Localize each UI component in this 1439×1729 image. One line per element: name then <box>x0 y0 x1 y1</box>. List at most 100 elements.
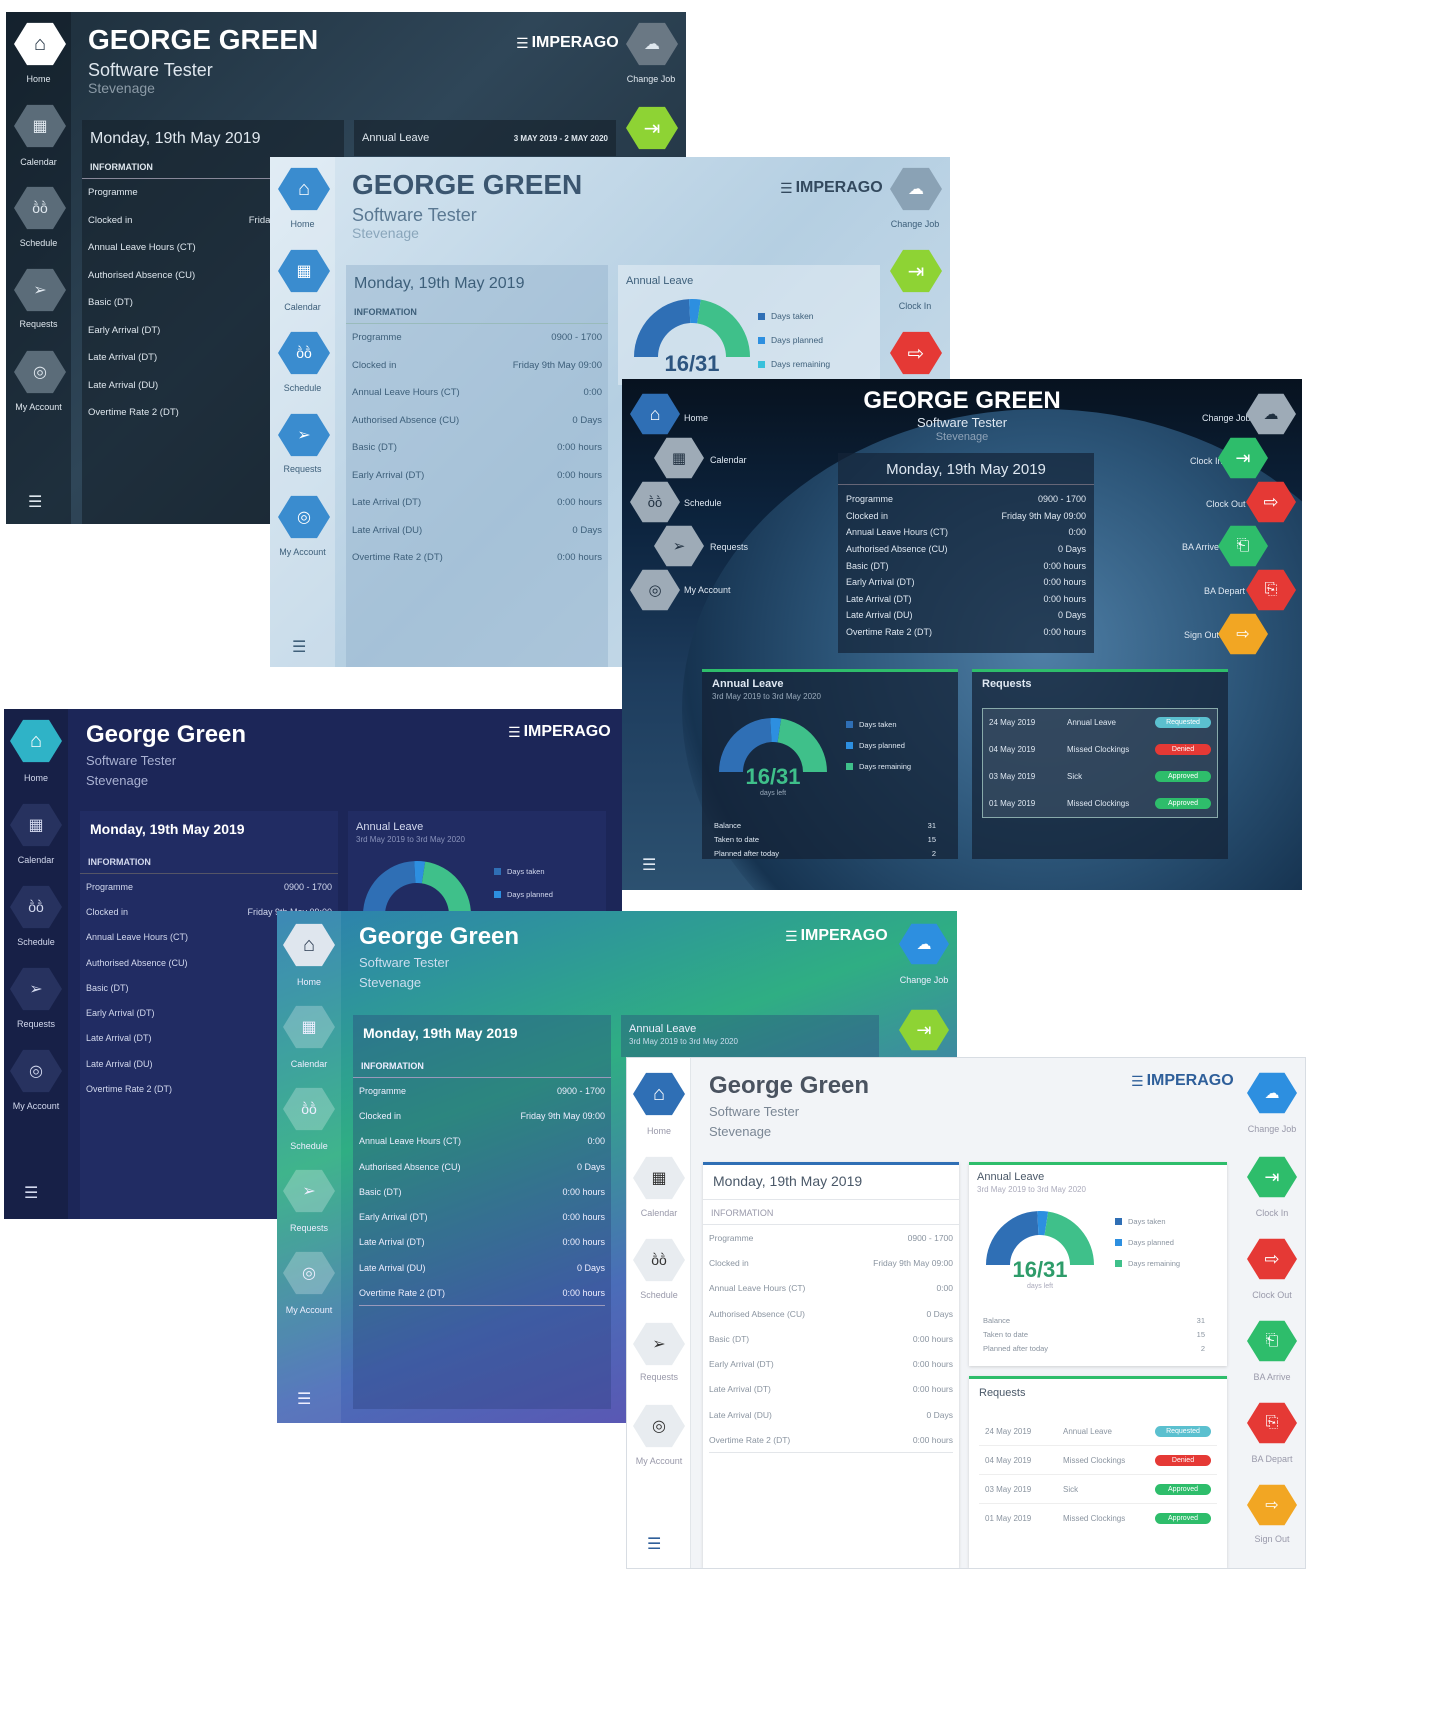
request-row[interactable]: 01 May 2019 Missed Clockings Approved <box>979 1504 1217 1533</box>
info-row: Late Arrival (DU) 0 Days <box>359 1262 605 1273</box>
request-row[interactable]: 04 May 2019 Missed Clockings Denied <box>983 736 1217 763</box>
request-row[interactable]: 24 May 2019 Annual Leave Requested <box>983 709 1217 736</box>
nav-label-schedule: Schedule <box>684 498 722 508</box>
calendar-icon: ▦ <box>296 263 312 280</box>
user-location: Stevenage <box>709 1124 772 1139</box>
logo-mark-icon: ☰ <box>1131 1072 1143 1089</box>
requests-button[interactable]: ➢ <box>654 525 704 567</box>
info-row: Late Arrival (DT) 0:00 hours <box>359 1237 605 1248</box>
info-row: Authorised Absence (CU) 0 Days <box>709 1308 953 1319</box>
my-account-button[interactable]: ◎ <box>630 569 680 611</box>
ba-arrive-icon: ⎗ <box>1236 537 1250 554</box>
logo-mark-icon: ☰ <box>780 179 792 196</box>
home-icon: ⌂ <box>29 729 43 752</box>
info-row: Clocked inFriday 9th May 09:00 <box>846 510 1086 521</box>
ba-arrive-button[interactable]: ⎗ <box>1247 1320 1297 1362</box>
logo-mark-icon: ☰ <box>642 857 657 874</box>
legend-item: Days planned <box>758 335 830 345</box>
request-row[interactable]: 24 May 2019 Annual Leave Requested <box>979 1417 1217 1446</box>
imperago-logo: ☰ IMPERAGO <box>508 723 611 740</box>
nav-label-calendar: Calendar <box>640 1208 678 1218</box>
change-job-button[interactable]: ☁ <box>1247 1072 1297 1114</box>
change-job-button[interactable]: ☁ <box>626 22 678 66</box>
annual-leave-panel: Annual Leave 16/31 Days taken Days plann… <box>618 265 880 385</box>
info-row: Overtime Rate 2 (DT) 0:00 hours <box>352 552 602 564</box>
calendar-icon: ▦ <box>301 1019 317 1036</box>
clock-in-button[interactable]: ⇥ <box>1247 1156 1297 1198</box>
info-row: Annual Leave Hours (CT) 0:00 <box>352 387 602 399</box>
cap-icon: ☁ <box>916 936 932 953</box>
imperago-logo: ☰ IMPERAGO <box>780 179 883 196</box>
info-row: Programme 0900 - 1700 <box>709 1232 953 1243</box>
stat-row: Planned after today 2 <box>714 848 936 858</box>
schedule-button[interactable]: ṑṑ <box>630 481 680 523</box>
legend-item: Days taken <box>758 311 830 321</box>
home-icon: ⌂ <box>297 177 311 200</box>
ba-depart-button[interactable]: ⎘ <box>1247 1402 1297 1444</box>
screenshot-light-theme: ⌂ Home ▦ Calendar ṑṑ Schedule ➢ Requests… <box>626 1057 1306 1569</box>
clock-in-icon: ⇥ <box>916 1019 932 1040</box>
request-row[interactable]: 04 May 2019 Missed Clockings Denied <box>979 1446 1217 1475</box>
request-row[interactable]: 03 May 2019 Sick Approved <box>983 763 1217 790</box>
info-row: Late Arrival (DU) 0 Days <box>352 524 602 536</box>
cap-icon: ☁ <box>644 36 660 53</box>
clock-out-icon: ⇨ <box>907 342 925 365</box>
action-label-ba-depart: BA Depart <box>1204 586 1246 596</box>
annual-leave-title: Annual Leave <box>626 275 694 287</box>
requests-panel: Requests 24 May 2019 Annual Leave Requeste… <box>972 669 1228 859</box>
requests-title: Requests <box>979 1387 1026 1399</box>
clock-in-button[interactable]: ⇥ <box>899 1009 949 1051</box>
gauge-segment-days-taken <box>634 299 691 357</box>
clock-in-button[interactable]: ⇥ <box>890 249 942 293</box>
annual-leave-range: 3rd May 2019 to 3rd May 2020 <box>712 692 821 701</box>
annual-leave-range: 3rd May 2019 to 3rd May 2020 <box>629 1037 738 1046</box>
ba-depart-icon: ⎘ <box>1264 581 1278 598</box>
nav-label-my-account: My Account <box>15 402 62 412</box>
info-row: Programme 0900 - 1700 <box>86 881 332 892</box>
sign-out-button[interactable]: ⇨ <box>1247 1484 1297 1526</box>
action-label-clock-out: Clock Out <box>1206 499 1246 509</box>
user-name: GEORGE GREEN <box>352 169 583 200</box>
action-label-ba-depart: BA Depart <box>1251 1454 1293 1464</box>
requests-panel: Requests 24 May 2019 Annual Leave Requeste… <box>969 1376 1227 1568</box>
clock-out-button[interactable]: ⇨ <box>1247 1238 1297 1280</box>
annual-leave-range: 3rd May 2019 to 3rd May 2020 <box>356 835 465 844</box>
paper-plane-icon: ➢ <box>33 282 47 299</box>
request-row[interactable]: 03 May 2019 Sick Approved <box>979 1475 1217 1504</box>
account-icon: ◎ <box>297 509 311 526</box>
nav-label-home: Home <box>26 74 51 84</box>
nav-label-home: Home <box>23 773 48 783</box>
schedule-icon: ṑṑ <box>651 1252 667 1268</box>
clock-in-button[interactable]: ⇥ <box>626 106 678 150</box>
info-heading: INFORMATION <box>346 299 608 324</box>
info-heading: INFORMATION <box>80 849 338 874</box>
legend-item: Days planned <box>1115 1238 1180 1247</box>
days-left-label: days left <box>759 790 787 797</box>
logo-mark-icon: ☰ <box>297 1391 312 1408</box>
info-row: Annual Leave Hours (CT) 0:00 <box>846 527 1086 538</box>
schedule-icon: ṑṑ <box>296 345 312 361</box>
info-row: Late Arrival (DU) 0 Days <box>846 610 1086 621</box>
account-icon: ◎ <box>302 1265 316 1282</box>
info-panel: Monday, 19th May 2019 Programme 0900 - 17… <box>838 453 1094 653</box>
info-row: Early Arrival (DT) 0:00 hours <box>709 1359 953 1370</box>
action-label-clock-out: Clock Out <box>1252 1290 1292 1300</box>
annual-leave-title: Annual Leave <box>712 678 784 690</box>
paper-plane-icon: ➢ <box>672 538 686 555</box>
action-label-ba-arrive: BA Arrive <box>1182 542 1220 552</box>
change-job-button[interactable]: ☁ <box>890 167 942 211</box>
request-row[interactable]: 01 May 2019 Missed Clockings Approved <box>983 790 1217 817</box>
date-heading: Monday, 19th May 2019 <box>90 821 245 837</box>
paper-plane-icon: ➢ <box>302 1183 316 1200</box>
nav-label-schedule: Schedule <box>19 238 58 248</box>
days-counter: 16/31 <box>745 764 801 789</box>
clock-in-icon: ⇥ <box>643 117 661 140</box>
info-row: Authorised Absence (CU) 0 Days <box>359 1161 605 1172</box>
annual-leave-panel: Annual Leave 3rd May 2019 to 3rd May 202… <box>621 1015 879 1057</box>
info-row: Early Arrival (DT) 0:00 hours <box>352 469 602 481</box>
change-job-button[interactable]: ☁ <box>899 923 949 965</box>
nav-label-requests: Requests <box>639 1372 679 1382</box>
home-icon: ⌂ <box>33 32 47 55</box>
user-location: Stevenage <box>359 975 422 990</box>
clock-out-button[interactable]: ⇨ <box>890 331 942 375</box>
